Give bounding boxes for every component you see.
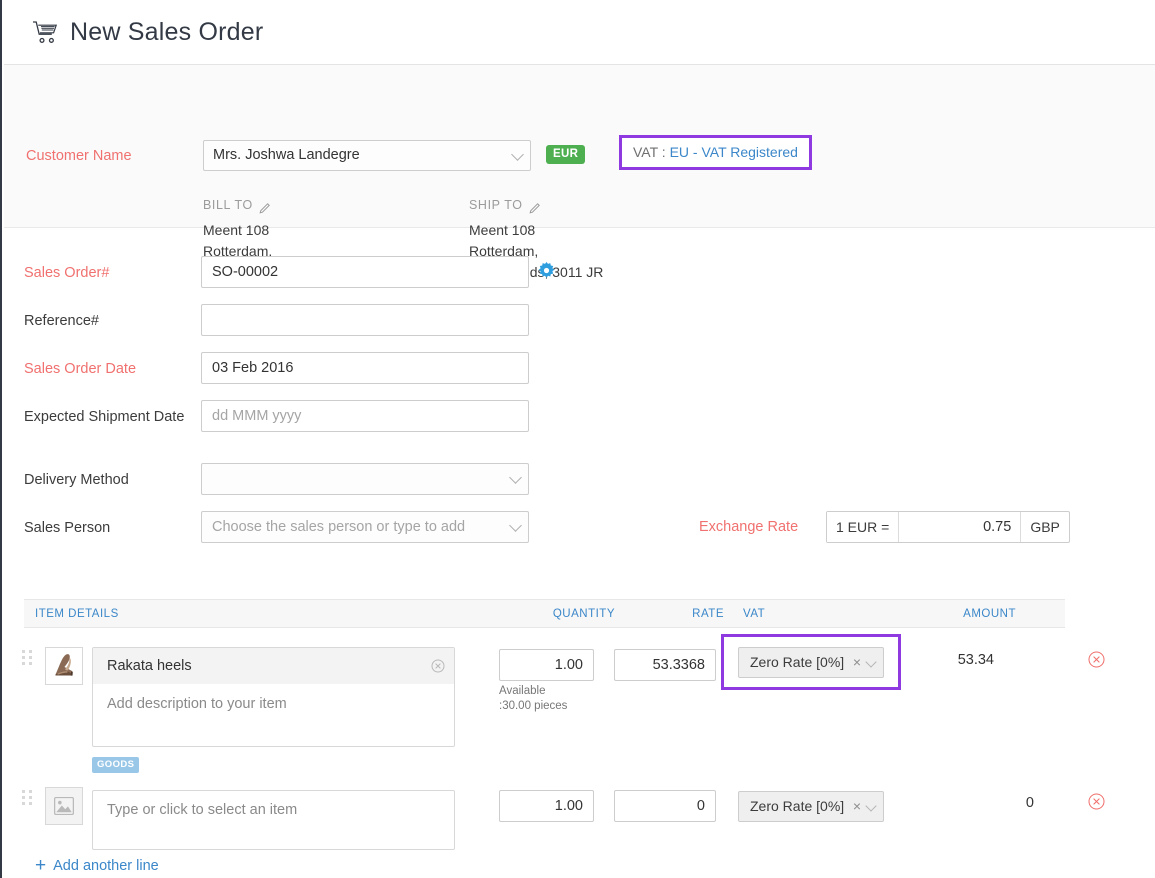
chevron-down-icon: [509, 471, 522, 484]
customer-name-value: Mrs. Joshwa Landegre: [213, 147, 360, 163]
sales-order-no-value: SO-00002: [212, 264, 278, 280]
page-header: New Sales Order: [4, 0, 1155, 65]
clear-vat-icon[interactable]: ×: [853, 792, 861, 821]
rate-input[interactable]: 0: [614, 790, 716, 822]
chevron-down-icon: [511, 148, 524, 161]
column-header-amount: AMOUNT: [946, 608, 1016, 620]
vat-select-value: Zero Rate [0%]: [750, 798, 844, 814]
chevron-down-icon: [865, 656, 876, 667]
edit-pencil-icon[interactable]: [529, 200, 541, 212]
exchange-rate-suffix: GBP: [1021, 512, 1069, 542]
sales-order-date-value: 03 Feb 2016: [212, 360, 293, 376]
customer-name-select[interactable]: Mrs. Joshwa Landegre: [203, 140, 531, 171]
gear-icon[interactable]: [538, 262, 555, 279]
item-thumbnail[interactable]: [45, 647, 83, 685]
sales-order-no-label: Sales Order#: [24, 264, 189, 283]
ship-to-heading: SHIP TO: [469, 195, 603, 216]
shopping-cart-icon: [32, 20, 58, 44]
reference-no-label: Reference#: [24, 312, 189, 331]
available-quantity-text: Available :30.00 pieces: [499, 684, 577, 714]
bill-to-heading-text: BILL TO: [203, 195, 253, 216]
sales-order-page: New Sales Order Customer Name Mrs. Joshw…: [0, 0, 1155, 878]
currency-badge: EUR: [546, 145, 585, 164]
delivery-method-select[interactable]: [201, 463, 529, 495]
exchange-rate-group: 1 EUR = 0.75 GBP: [826, 511, 1070, 543]
item-name-field[interactable]: Rakata heels: [93, 648, 454, 684]
sales-person-select[interactable]: Choose the sales person or type to add: [201, 511, 529, 543]
item-details-box: Rakata heels Add description to your ite…: [92, 647, 455, 747]
customer-panel: Customer Name Mrs. Joshwa Landegre EUR V…: [4, 65, 1155, 228]
row-drag-handle[interactable]: [22, 650, 32, 666]
vat-select[interactable]: Zero Rate [0%] ×: [738, 647, 884, 678]
exchange-rate-prefix: 1 EUR =: [827, 512, 899, 542]
column-header-rate: RATE: [676, 608, 724, 620]
column-header-item-details: ITEM DETAILS: [35, 608, 119, 620]
line-amount: 0: [964, 795, 1034, 811]
edit-pencil-icon[interactable]: [259, 200, 271, 212]
item-details-box: Type or click to select an item: [92, 790, 455, 850]
item-name-value: Rakata heels: [107, 658, 192, 674]
sales-person-placeholder: Choose the sales person or type to add: [212, 519, 465, 535]
clear-vat-icon[interactable]: ×: [853, 648, 861, 677]
quantity-input[interactable]: 1.00: [499, 790, 594, 822]
vat-select-value: Zero Rate [0%]: [750, 654, 844, 670]
chevron-down-icon: [509, 519, 522, 532]
sales-order-date-label: Sales Order Date: [24, 360, 189, 379]
ship-to-heading-text: SHIP TO: [469, 195, 523, 216]
items-table-header: ITEM DETAILS QUANTITY RATE VAT AMOUNT: [24, 599, 1065, 628]
delivery-method-label: Delivery Method: [24, 471, 189, 490]
vat-select[interactable]: Zero Rate [0%] ×: [738, 791, 884, 822]
bill-to-line-1: Meent 108: [203, 220, 341, 241]
expected-shipment-date-input[interactable]: dd MMM yyyy: [201, 400, 529, 432]
item-description-placeholder[interactable]: Add description to your item: [93, 684, 454, 746]
add-another-line-label: Add another line: [53, 858, 159, 874]
column-header-quantity: QUANTITY: [545, 608, 615, 620]
vat-label: VAT :: [633, 144, 670, 160]
customer-name-label: Customer Name: [26, 148, 132, 164]
rate-input[interactable]: 53.3368: [614, 649, 716, 681]
expected-shipment-date-label: Expected Shipment Date: [24, 408, 189, 427]
sales-order-date-input[interactable]: 03 Feb 2016: [201, 352, 529, 384]
ship-to-line-1: Meent 108: [469, 220, 603, 241]
vat-value-link[interactable]: EU - VAT Registered: [670, 144, 798, 160]
delete-row-button[interactable]: [1088, 793, 1105, 810]
column-header-vat: VAT: [743, 608, 765, 620]
clear-item-icon[interactable]: [431, 659, 445, 673]
page-title: New Sales Order: [70, 18, 263, 47]
chevron-down-icon: [865, 800, 876, 811]
bill-to-heading: BILL TO: [203, 195, 341, 216]
sales-person-label: Sales Person: [24, 519, 189, 538]
exchange-rate-input[interactable]: 0.75: [899, 512, 1021, 542]
expected-shipment-date-placeholder: dd MMM yyyy: [212, 408, 301, 424]
item-name-placeholder[interactable]: Type or click to select an item: [93, 791, 454, 849]
sales-order-no-input[interactable]: SO-00002: [201, 256, 529, 288]
vat-registration-status[interactable]: VAT : EU - VAT Registered: [619, 135, 812, 170]
line-amount: 53.34: [924, 652, 994, 668]
row-drag-handle[interactable]: [22, 790, 32, 806]
delete-row-button[interactable]: [1088, 651, 1105, 668]
exchange-rate-label: Exchange Rate: [699, 519, 798, 535]
plus-icon: +: [35, 859, 46, 873]
add-another-line-button[interactable]: + Add another line: [35, 858, 159, 874]
item-thumbnail-placeholder[interactable]: [45, 787, 83, 825]
reference-no-input[interactable]: [201, 304, 529, 336]
quantity-input[interactable]: 1.00: [499, 649, 594, 681]
item-type-badge: GOODS: [92, 757, 139, 773]
